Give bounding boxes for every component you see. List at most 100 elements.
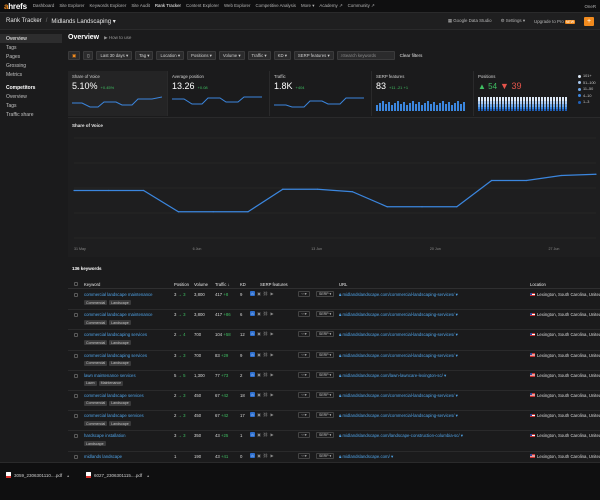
serp-button[interactable]: SERP ▾ (316, 291, 335, 297)
local-pack-icon[interactable]: ⌂ (250, 371, 255, 377)
video-icon[interactable]: ▶ (270, 372, 275, 377)
filter-dropdown-6[interactable]: KD ▾ (273, 51, 291, 60)
keyword-tag[interactable]: Commercial (84, 340, 108, 346)
sidebar-competitor-item-1[interactable]: Tags (0, 101, 62, 110)
filter-dropdown-5[interactable]: Traffic ▾ (247, 51, 271, 60)
url-link[interactable]: 🔒︎ midlandslandscape.com/commercial-land… (339, 292, 458, 298)
keyword-tag[interactable]: Commercial (84, 320, 108, 326)
keyword-tag[interactable]: Landscape (109, 320, 131, 326)
trend-sparkline-button[interactable]: 〰▾ (298, 452, 310, 459)
serp-button[interactable]: SERP ▾ (316, 331, 335, 338)
link-icon[interactable]: ⛓ (263, 331, 268, 336)
keyword-link[interactable]: commercial landscape services (84, 413, 144, 418)
local-pack-icon[interactable]: ⌂ (250, 311, 255, 317)
header-url[interactable]: URL (339, 282, 347, 287)
nav-item-8[interactable]: More ▾ (301, 3, 314, 9)
serp-button[interactable]: SERP ▾ (316, 432, 335, 439)
keyword-link[interactable]: commercial landscaping services (84, 332, 147, 337)
image-icon[interactable]: ▣ (257, 291, 262, 296)
view-toggle-button[interactable]: ▣ (68, 51, 81, 60)
local-pack-icon[interactable]: ⌂ (250, 351, 255, 357)
add-button[interactable]: + (584, 16, 594, 26)
filter-dropdown-3[interactable]: Positions ▾ (187, 51, 216, 60)
keyword-link[interactable]: commercial landscape maintenance (84, 312, 153, 317)
nav-item-1[interactable]: Site Explorer (59, 3, 84, 9)
link-icon[interactable]: ⛓ (263, 392, 268, 397)
trend-sparkline-button[interactable]: 〰▾ (298, 371, 310, 378)
metric-serp-features[interactable]: SERP features 83 +11 -21 +1 (372, 71, 474, 116)
keyword-tag[interactable]: Landscape (109, 300, 131, 305)
sidebar-item-0[interactable]: Overview (0, 34, 62, 43)
keyword-link[interactable]: midlands landscape (84, 454, 122, 459)
clear-filters-button[interactable]: Clear filters (400, 53, 423, 58)
link-icon[interactable]: ⛓ (263, 311, 268, 316)
header-traffic[interactable]: Traffic ↓ (215, 282, 230, 287)
video-icon[interactable]: ▶ (270, 412, 275, 417)
trend-sparkline-button[interactable]: 〰▾ (298, 351, 310, 358)
local-pack-icon[interactable]: ⌂ (250, 432, 255, 438)
filter-dropdown-1[interactable]: Tag ▾ (135, 51, 154, 60)
settings-button[interactable]: ⚙ Settings ▾ (501, 18, 525, 24)
sidebar-item-3[interactable]: Grossing (0, 61, 62, 70)
serp-button[interactable]: SERP ▾ (316, 351, 335, 358)
url-link[interactable]: 🔒︎ midlandslandscape.com/landscape-const… (339, 433, 463, 439)
filter-dropdown-2[interactable]: Location ▾ (156, 51, 185, 60)
keyword-link[interactable]: hardscape installation (84, 433, 126, 438)
nav-item-6[interactable]: Web Explorer (224, 3, 251, 9)
filter-dropdown-7[interactable]: SERP features ▾ (293, 51, 334, 60)
image-icon[interactable]: ▣ (257, 453, 262, 458)
breadcrumb-rank-tracker[interactable]: Rank Tracker (6, 18, 42, 24)
keyword-tag[interactable]: Commercial (84, 421, 108, 427)
video-icon[interactable]: ▶ (270, 331, 275, 336)
trend-sparkline-button[interactable]: 〰▾ (298, 311, 310, 318)
url-link[interactable]: 🔒︎ midlandslandscape.com/lawn-lawncare-l… (339, 373, 446, 379)
url-link[interactable]: 🔒︎ midlandslandscape.com/commercial-land… (339, 353, 458, 359)
download-item-1[interactable]: 3059_2306301110....pdf ▴ (6, 470, 69, 480)
url-link[interactable]: 🔒︎ midlandslandscape.com/commercial-land… (339, 312, 458, 318)
header-volume[interactable]: Volume (194, 282, 208, 287)
how-to-use-link[interactable]: ▶ How to use (104, 35, 131, 41)
keyword-tag[interactable]: Landscape (109, 340, 131, 346)
keyword-link[interactable]: commercial landscape services (84, 393, 144, 398)
link-icon[interactable]: ⛓ (263, 372, 268, 377)
keyword-tag[interactable]: Commercial (84, 360, 108, 366)
image-icon[interactable]: ▣ (257, 331, 262, 336)
nav-item-7[interactable]: Competitive Analysis (255, 3, 296, 9)
video-icon[interactable]: ▶ (270, 392, 275, 397)
row-checkbox[interactable] (74, 333, 78, 338)
google-data-studio-link[interactable]: ▦ Google Data Studio (448, 18, 492, 24)
link-icon[interactable]: ⛓ (263, 291, 268, 296)
link-icon[interactable]: ⛓ (263, 453, 268, 458)
keyword-tag[interactable]: Landscape (84, 441, 106, 447)
keyword-link[interactable]: commercial landscape maintenance (84, 292, 153, 297)
row-checkbox[interactable] (74, 353, 78, 358)
filter-dropdown-0[interactable]: Last 30 days ▾ (96, 51, 133, 60)
metric-share-of-voice[interactable]: Share of Voice 5.10% +0.45% (68, 71, 168, 116)
trend-sparkline-button[interactable]: 〰▾ (298, 391, 310, 398)
header-position[interactable]: Position (174, 282, 189, 287)
link-icon[interactable]: ⛓ (263, 412, 268, 417)
row-checkbox[interactable] (74, 313, 78, 318)
header-keyword[interactable]: Keyword (84, 282, 100, 287)
nav-item-0[interactable]: Dashboard (33, 3, 54, 9)
keyword-link[interactable]: lawn maintenance services (84, 373, 136, 378)
header-kd[interactable]: KD (240, 282, 246, 287)
image-icon[interactable]: ▣ (257, 392, 262, 397)
url-link[interactable]: 🔒︎ midlandslandscape.com/commercial-land… (339, 413, 458, 419)
image-icon[interactable]: ▣ (257, 432, 262, 437)
serp-button[interactable]: SERP ▾ (316, 412, 335, 419)
keyword-tag[interactable]: Lawn (84, 380, 97, 386)
video-icon[interactable]: ▶ (270, 311, 275, 316)
video-icon[interactable]: ▶ (270, 453, 275, 458)
serp-button[interactable]: SERP ▾ (316, 371, 335, 378)
serp-button[interactable]: SERP ▾ (316, 391, 335, 398)
sidebar-competitor-item-2[interactable]: Traffic share (0, 110, 62, 119)
video-icon[interactable]: ▶ (270, 432, 275, 437)
row-checkbox[interactable] (74, 293, 78, 297)
local-pack-icon[interactable]: ⌂ (250, 331, 255, 337)
filter-dropdown-4[interactable]: Volume ▾ (218, 51, 245, 60)
url-link[interactable]: 🔒︎ midlandslandscape.com/commercial-land… (339, 393, 458, 399)
link-icon[interactable]: ⛓ (263, 352, 268, 357)
image-icon[interactable]: ▣ (257, 372, 262, 377)
trend-sparkline-button[interactable]: 〰▾ (298, 331, 310, 338)
